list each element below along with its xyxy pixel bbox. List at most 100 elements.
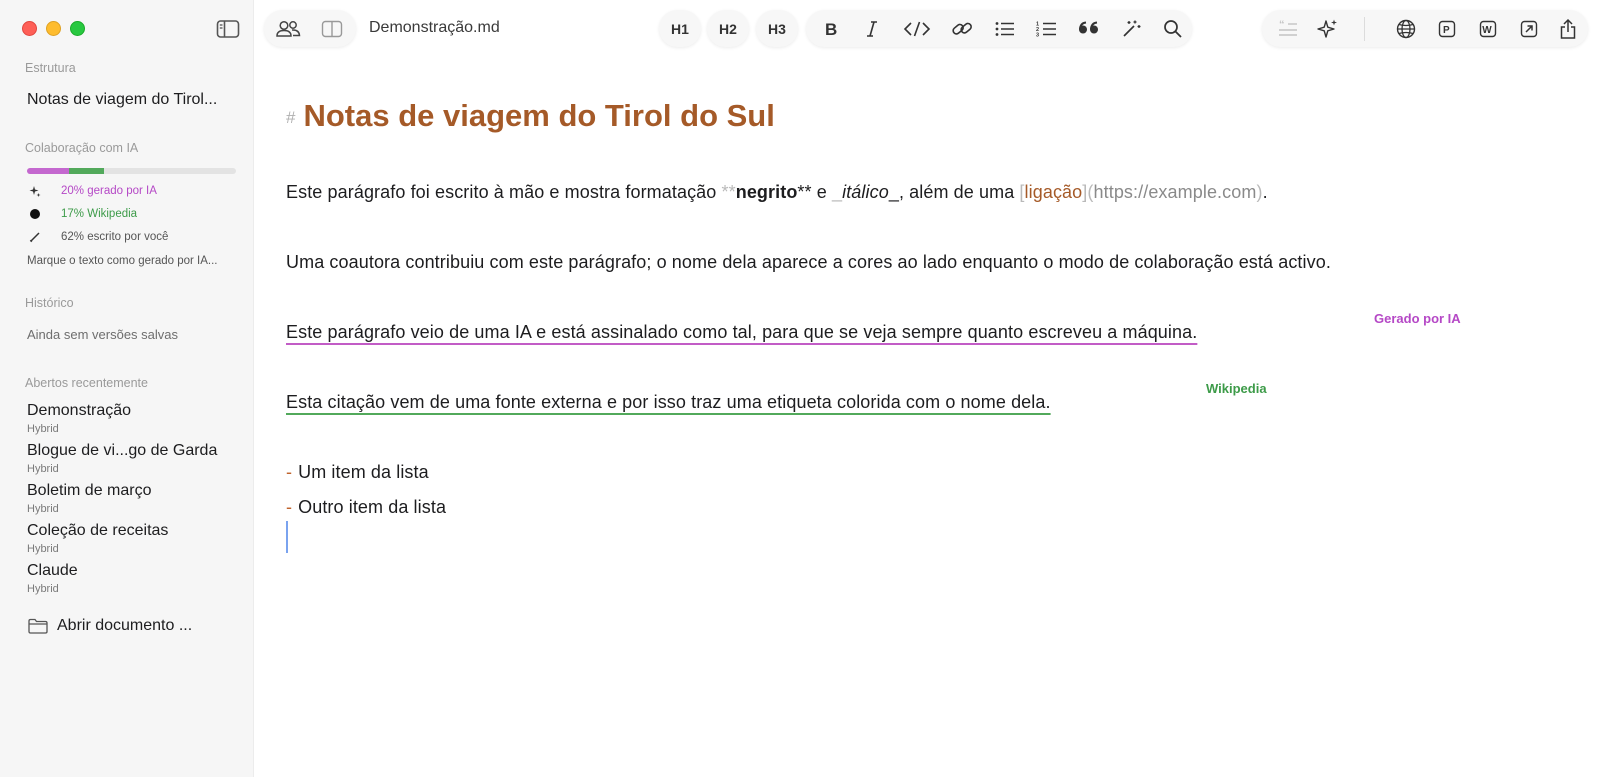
collab-bar-ai-segment [27, 168, 69, 174]
recent-item-mode: Hybrid [27, 543, 59, 555]
magic-wand-icon[interactable] [1113, 10, 1149, 47]
format-toolbar: B 123 [806, 10, 1192, 47]
collab-progress-bar [27, 168, 236, 174]
word-export-icon[interactable]: W [1472, 10, 1504, 47]
collab-ai-text: 20% gerado por IA [61, 185, 157, 197]
mark-as-ai-link[interactable]: Marque o texto como gerado por IA... [27, 255, 218, 267]
bold-icon[interactable]: B [814, 10, 848, 47]
p1-text-a: Este parágrafo foi escrito à mão e mostr… [286, 182, 722, 202]
list-item-text: Outro item da lista [298, 497, 447, 517]
recent-label: Abertos recentemente [25, 376, 148, 390]
pencil-icon [27, 229, 43, 245]
recent-item-title: Claude [27, 562, 78, 579]
globe-icon[interactable] [1390, 10, 1422, 47]
link-icon[interactable] [944, 10, 980, 47]
recent-item-title: Blogue de vi...go de Garda [27, 442, 218, 459]
bold-text: negrito [735, 182, 798, 202]
recent-item-title: Demonstração [27, 402, 132, 419]
paragraph-coauthor[interactable]: Uma coautora contribuiu com este parágra… [286, 252, 1331, 273]
quote-icon[interactable] [1071, 10, 1107, 47]
collab-row-you: 62% escrito por você [27, 229, 168, 245]
open-document-button[interactable]: Abrir documento ... [28, 617, 192, 635]
search-icon[interactable] [1155, 10, 1191, 47]
italic-markdown-close: _ [888, 182, 899, 202]
list-bullet: - [286, 462, 293, 482]
numbered-list-icon[interactable]: 123 [1029, 10, 1065, 47]
code-icon[interactable] [898, 10, 936, 47]
ai-tag: Gerado por IA [1374, 311, 1461, 326]
svg-text:B: B [825, 20, 837, 38]
split-view-icon[interactable] [312, 10, 352, 47]
link-text[interactable]: ligação [1025, 182, 1083, 202]
outline-item-heading[interactable]: Notas de viagem do Tirol... [27, 91, 217, 109]
collab-wiki-text: 17% Wikipedia [61, 208, 138, 220]
recent-item[interactable]: Boletim de março Hybrid [27, 481, 152, 517]
italic-icon[interactable] [855, 10, 889, 47]
recent-item[interactable]: Claude Hybrid [27, 561, 78, 597]
svg-text:P: P [1443, 25, 1450, 36]
bold-markdown-open: ** [721, 182, 736, 202]
svg-text:3: 3 [1036, 32, 1039, 38]
collab-row-ai: 20% gerado por IA [27, 183, 157, 199]
h1-label: H1 [671, 20, 689, 37]
wiki-paragraph-text: Esta citação vem de uma fonte externa e … [286, 392, 1051, 412]
folder-icon [28, 618, 48, 634]
link-url[interactable]: https://example.com [1094, 182, 1257, 202]
recent-item-mode: Hybrid [27, 463, 59, 475]
list-item[interactable]: - Um item da lista [286, 462, 429, 483]
recent-item-mode: Hybrid [27, 503, 59, 515]
share-icon[interactable] [1552, 10, 1584, 47]
history-label: Histórico [25, 296, 74, 310]
pdf-export-icon[interactable]: P [1431, 10, 1463, 47]
list-item[interactable]: - Outro item da lista [286, 497, 446, 518]
paragraph-handwritten[interactable]: Este parágrafo foi escrito à mão e mostr… [286, 182, 1268, 203]
p1-end: . [1262, 182, 1268, 202]
recent-item[interactable]: Coleção de receitas Hybrid [27, 521, 168, 557]
right-toolbar: “ P W [1262, 10, 1588, 47]
close-window-button[interactable] [22, 21, 37, 36]
recent-item[interactable]: Blogue de vi...go de Garda Hybrid [27, 441, 217, 477]
open-external-icon[interactable] [1513, 10, 1545, 47]
text-caret [286, 521, 288, 553]
svg-text:W: W [1482, 25, 1492, 36]
quote-disabled-icon[interactable]: “ [1272, 10, 1304, 47]
minimize-window-button[interactable] [46, 21, 61, 36]
h1-button[interactable]: H1 [659, 10, 701, 47]
recent-item[interactable]: Demonstração Hybrid [27, 401, 131, 437]
h3-label: H3 [768, 20, 786, 37]
paragraph-ai[interactable]: Este parágrafo veio de uma IA e está ass… [286, 322, 1197, 343]
zoom-window-button[interactable] [70, 21, 85, 36]
list-bullet: - [286, 497, 293, 517]
italic-text: itálico [842, 182, 889, 202]
p1-text-b: e [811, 182, 832, 202]
dot-icon [27, 206, 43, 222]
bold-markdown-close: ** [797, 182, 812, 202]
ai-paragraph-text: Este parágrafo veio de uma IA e está ass… [286, 322, 1198, 342]
paragraph-wikipedia[interactable]: Esta citação vem de uma fonte externa e … [286, 392, 1051, 413]
collaborators-icon[interactable] [264, 10, 312, 47]
sidebar-toggle-icon[interactable] [216, 19, 240, 39]
window-controls [22, 21, 85, 36]
sidebar: Estrutura Notas de viagem do Tirol... Co… [0, 0, 254, 777]
p1-text-c: , além de uma [898, 182, 1020, 202]
h3-button[interactable]: H3 [756, 10, 798, 47]
wikipedia-tag: Wikipedia [1206, 381, 1267, 396]
recent-item-title: Boletim de março [27, 482, 152, 499]
collab-row-wiki: 17% Wikipedia [27, 206, 137, 222]
open-document-label: Abrir documento ... [57, 617, 193, 634]
ai-collab-label: Colaboração com IA [25, 141, 139, 155]
h2-label: H2 [719, 20, 737, 37]
heading-1[interactable]: # Notas de viagem do Tirol do Sul [286, 98, 775, 134]
collab-bar-wiki-segment [68, 168, 105, 174]
italic-markdown-open: _ [831, 182, 843, 202]
list-item-text: Um item da lista [298, 462, 429, 482]
recent-item-title: Coleção de receitas [27, 522, 169, 539]
recent-item-mode: Hybrid [27, 423, 59, 435]
sparkles-icon[interactable] [1312, 10, 1344, 47]
document-title: Demonstração.md [369, 19, 500, 36]
structure-label: Estrutura [25, 61, 76, 75]
heading-markdown-hash: # [286, 108, 296, 127]
bulleted-list-icon[interactable] [987, 10, 1023, 47]
h2-button[interactable]: H2 [707, 10, 749, 47]
no-versions-text: Ainda sem versões salvas [27, 327, 179, 342]
